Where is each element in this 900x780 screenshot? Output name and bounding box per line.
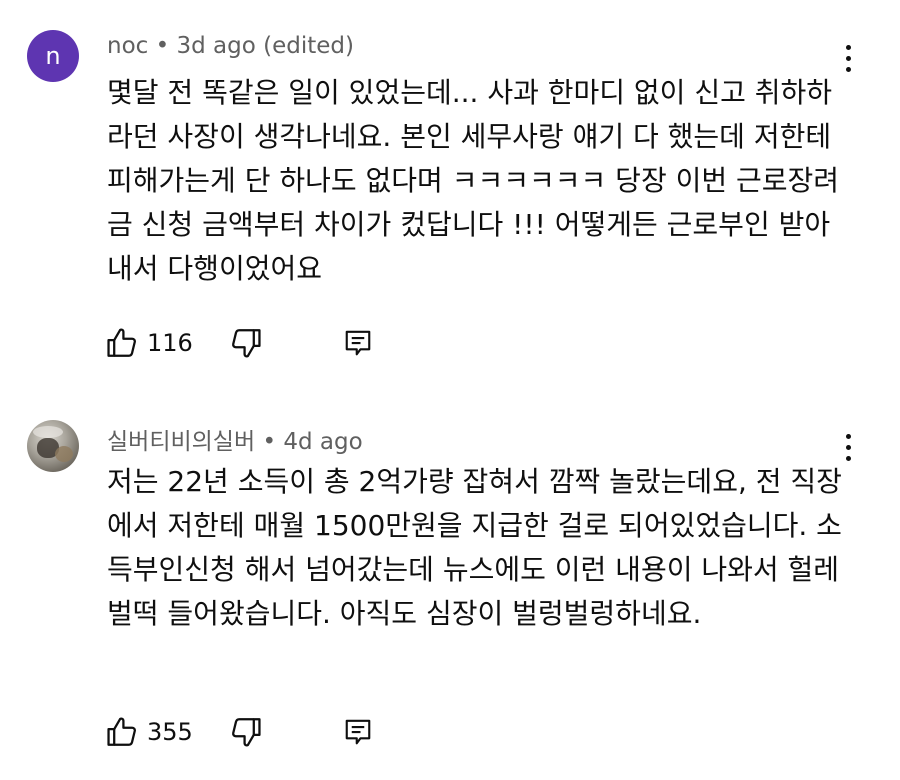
comment-text: 몇달 전 똑같은 일이 있었는데... 사과 한마디 없이 신고 취하하라던 사… [107,76,840,285]
more-vert-icon [845,433,851,439]
comment-text: 저는 22년 소득이 총 2억가량 잡혀서 깜짝 놀랐는데요, 전 직장에서 저… [107,465,842,630]
comment-meta: noc • 3d ago (edited) [107,33,354,59]
meta-separator: • [262,429,284,455]
thumbs-up-icon [107,328,136,357]
like-count: 116 [147,329,193,357]
dislike-button[interactable] [229,714,263,750]
avatar[interactable]: n [27,30,79,82]
reply-icon [345,719,371,745]
thumbs-up-icon [107,717,136,746]
comment: 실버티비의실버 • 4d ago 저는 22년 소득이 총 2억가량 잡혀서 깜… [0,390,900,780]
author-name[interactable]: noc [107,33,148,59]
reply-button[interactable] [343,714,373,750]
like-count: 355 [147,718,193,746]
like-button[interactable]: 355 [105,714,193,750]
avatar-letter: n [45,42,61,70]
reply-button[interactable] [343,325,373,361]
thumbs-down-icon [232,718,261,747]
dislike-button[interactable] [229,325,263,361]
meta-separator: • [155,33,177,59]
author-name[interactable]: 실버티비의실버 [107,429,255,455]
reply-icon [345,330,371,356]
avatar[interactable] [27,420,79,472]
comment-meta: 실버티비의실버 • 4d ago [107,422,363,456]
comment-time[interactable]: 3d ago (edited) [177,33,354,59]
comment: n noc • 3d ago (edited) 몇달 전 똑같은 일이 있었는데… [0,0,900,390]
like-button[interactable]: 116 [105,325,193,361]
more-vert-icon [845,44,851,50]
thumbs-down-icon [232,329,261,358]
comment-time[interactable]: 4d ago [283,429,362,455]
